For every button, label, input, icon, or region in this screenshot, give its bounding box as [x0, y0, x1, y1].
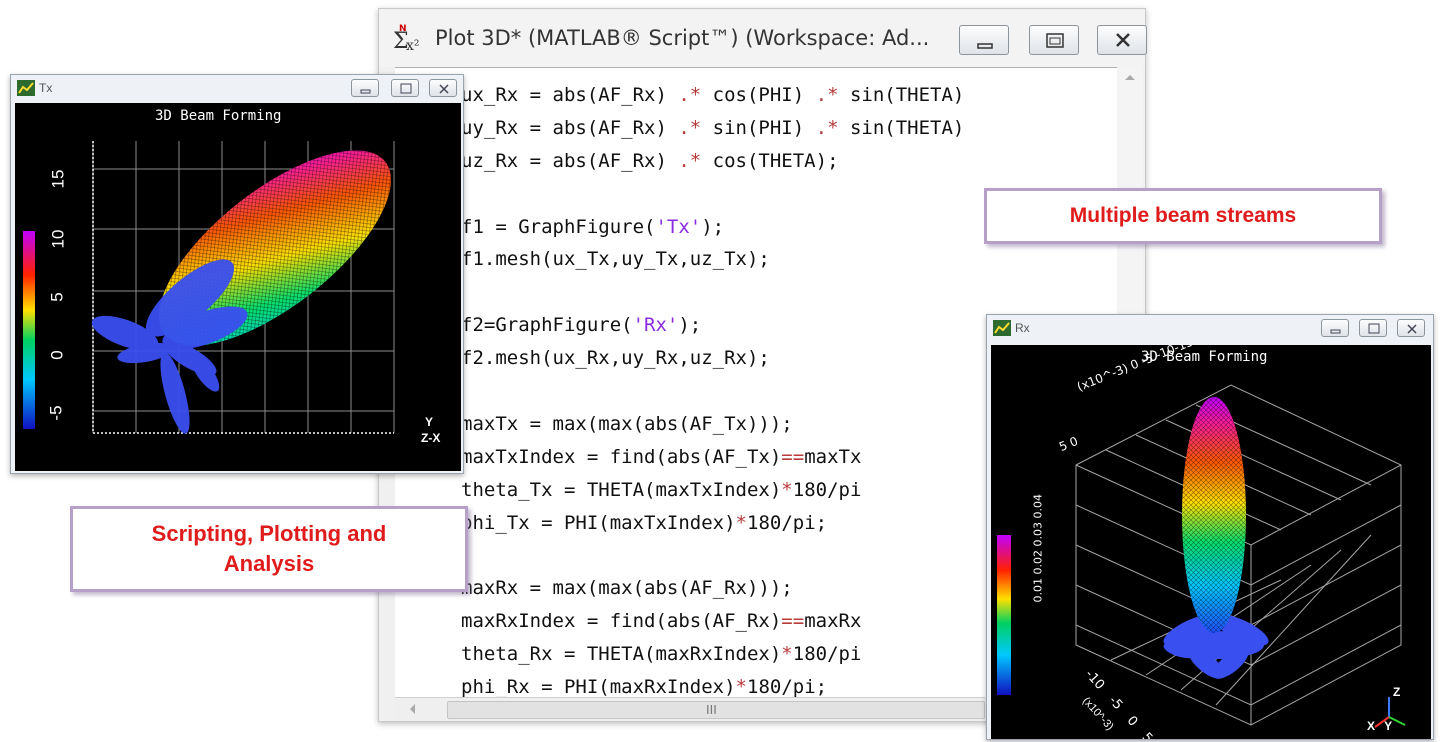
tx-plot-heading: 3D Beam Forming	[155, 108, 282, 124]
maximize-icon	[1046, 33, 1064, 48]
scroll-left-icon	[410, 704, 415, 714]
tx-y-tick: 15	[48, 169, 68, 189]
minimize-icon	[977, 43, 993, 49]
code-line[interactable]	[461, 178, 964, 211]
chart-icon	[17, 80, 35, 96]
code-line[interactable]: ux_Rx = abs(AF_Rx) .* cos(PHI) .* sin(TH…	[461, 79, 964, 112]
code-line[interactable]: maxTx = max(max(abs(AF_Tx)));	[461, 408, 964, 441]
code-line[interactable]: uz_Rx = abs(AF_Rx) .* cos(THETA);	[461, 145, 964, 178]
scroll-thumb[interactable]: III	[447, 701, 985, 719]
code-line[interactable]: f1.mesh(ux_Tx,uy_Tx,uz_Tx);	[461, 243, 964, 276]
minimize-icon	[360, 89, 371, 94]
multiple-beams-callout: Multiple beam streams	[984, 188, 1382, 244]
rx-close-button[interactable]	[1397, 319, 1425, 337]
tx-window-title: Tx	[39, 81, 53, 95]
tx-y-tick: -5	[46, 405, 66, 421]
code-line[interactable]: maxRx = max(max(abs(AF_Rx)));	[461, 572, 964, 605]
maximize-icon	[400, 83, 412, 94]
scripting-callout: Scripting, Plotting and Analysis	[70, 506, 468, 592]
svg-text:x²: x²	[406, 38, 420, 54]
tx-minimize-button[interactable]	[351, 79, 379, 97]
tx-close-button[interactable]	[429, 79, 457, 97]
code-line[interactable]: phi_Tx = PHI(maxTxIndex)*180/pi;	[461, 507, 964, 540]
horizontal-scrollbar[interactable]: III	[395, 697, 985, 720]
rx-axis-z-label: Z	[1393, 685, 1401, 699]
tx-plot-area[interactable]: 3D Beam Forming 15 10 5 0 -5 Y Z-X	[15, 103, 461, 471]
script-titlebar: Σ x² N Plot 3D* (MATLAB® Script™) (Works…	[379, 9, 1147, 67]
rx-beam-plot	[997, 384, 1406, 728]
code-line[interactable]: f2=GraphFigure('Rx');	[461, 309, 964, 342]
close-icon	[439, 84, 449, 94]
maximize-button[interactable]	[1029, 25, 1079, 55]
rx-window-title: Rx	[1015, 321, 1030, 335]
maximize-icon	[1368, 323, 1380, 334]
rx-plot-window: Rx 3D Beam Forming (x10^-3) 0 -5 -10-15-…	[986, 314, 1434, 740]
scroll-thumb-grip: III	[706, 702, 717, 717]
code-line[interactable]: f1 = GraphFigure('Tx');	[461, 211, 964, 244]
code-line[interactable]	[461, 276, 964, 309]
code-line[interactable]: maxTxIndex = find(abs(AF_Tx)==maxTx	[461, 441, 964, 474]
tx-plot-window: Tx 3D Beam Forming 15 10 5 0 -5 Y Z-X	[10, 74, 464, 474]
code-line[interactable]: f2.mesh(ux_Rx,uy_Rx,uz_Rx);	[461, 342, 964, 375]
rx-maximize-button[interactable]	[1359, 319, 1387, 337]
scroll-up-icon	[1125, 75, 1135, 80]
svg-text:N: N	[399, 24, 407, 34]
close-icon	[1407, 324, 1417, 334]
tx-y-tick: 0	[47, 350, 67, 360]
close-icon	[1116, 33, 1130, 47]
sigma-x2-icon: Σ x² N	[393, 24, 420, 54]
tx-maximize-button[interactable]	[391, 79, 419, 97]
multiple-beams-text: Multiple beam streams	[1069, 204, 1297, 227]
code-line[interactable]	[461, 539, 964, 572]
close-button[interactable]	[1097, 25, 1147, 55]
code-text[interactable]: ux_Rx = abs(AF_Rx) .* cos(PHI) .* sin(TH…	[461, 79, 964, 704]
window-title: Plot 3D* (MATLAB® Script™) (Workspace: A…	[435, 26, 930, 50]
minimize-button[interactable]	[959, 25, 1009, 55]
code-line[interactable]: theta_Tx = THETA(maxTxIndex)*180/pi	[461, 474, 964, 507]
chart-icon	[993, 320, 1011, 336]
tx-y-tick: 10	[48, 229, 68, 249]
scripting-text: Scripting, Plotting and Analysis	[151, 521, 387, 576]
tx-axis-y-label: Y	[425, 415, 434, 429]
tx-axis-zx-label: Z-X	[421, 431, 441, 445]
code-line[interactable]	[461, 375, 964, 408]
code-line[interactable]: uy_Rx = abs(AF_Rx) .* sin(PHI) .* sin(TH…	[461, 112, 964, 145]
rx-minimize-button[interactable]	[1321, 319, 1349, 337]
code-line[interactable]: maxRxIndex = find(abs(AF_Rx)==maxRx	[461, 605, 964, 638]
rx-plot-area[interactable]: 3D Beam Forming (x10^-3) 0 -5 -10-15-20-…	[991, 345, 1431, 739]
rx-side-axis-labels: 0.01 0.02 0.03 0.04	[1031, 494, 1045, 603]
code-line[interactable]: theta_Rx = THETA(maxRxIndex)*180/pi	[461, 638, 964, 671]
minimize-icon	[1330, 329, 1341, 334]
rx-axis-xy-label: X Y	[1367, 719, 1393, 733]
tx-beam-plot	[23, 141, 395, 434]
tx-y-tick: 5	[47, 292, 67, 302]
